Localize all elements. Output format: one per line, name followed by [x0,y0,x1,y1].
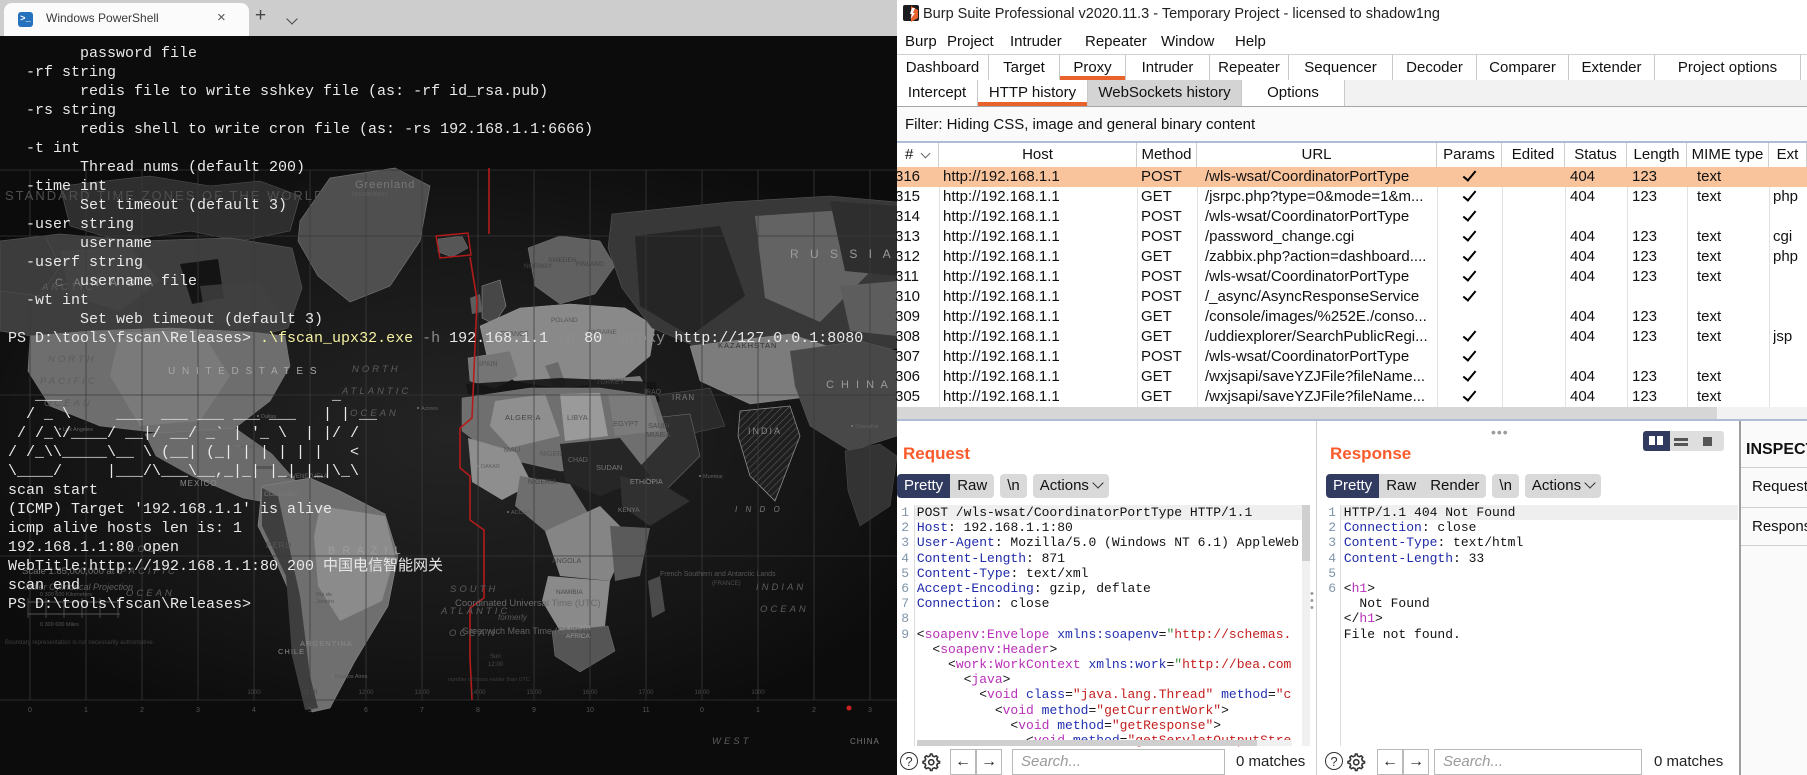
svg-text:13:00: 13:00 [414,690,430,696]
svg-text:14:00: 14:00 [470,690,486,696]
svg-text:18:00: 18:00 [694,690,710,696]
svg-text:12:00: 12:00 [358,690,374,696]
svg-text:0 300 600 Miles: 0 300 600 Miles [40,622,79,628]
svg-text:11: 11 [642,707,649,714]
svg-text:15:00: 15:00 [526,690,542,696]
svg-text:6: 6 [364,707,368,714]
svg-text:10: 10 [586,707,594,714]
svg-text:3: 3 [196,707,200,714]
svg-text:CHINA: CHINA [850,737,880,746]
svg-text:1: 1 [756,707,760,714]
svg-text:11:00: 11:00 [303,690,318,696]
svg-text:Sun: Sun [490,654,501,660]
svg-text:3: 3 [868,707,872,714]
svg-text:ARGENTINA: ARGENTINA [300,639,353,648]
svg-text:Buenos Aires: Buenos Aires [335,674,368,680]
svg-text:12:00: 12:00 [488,662,504,668]
svg-text:WEST: WEST [712,736,751,747]
svg-text:7: 7 [420,707,424,714]
svg-text:1000: 1000 [247,690,261,696]
svg-text:Greenwich Mean Time (GMT): Greenwich Mean Time (GMT) [462,626,581,636]
svg-text:number of hours earlier than U: number of hours earlier than UTC [448,677,530,683]
svg-text:Boundary representation is not: Boundary representation is not necessari… [5,640,155,646]
svg-text:17:00: 17:00 [638,690,654,696]
svg-text:4: 4 [252,707,256,714]
svg-text:2: 2 [812,707,816,714]
svg-text:16:00: 16:00 [582,690,598,696]
svg-text:9: 9 [532,707,536,714]
svg-text:0: 0 [28,707,32,714]
svg-text:2: 2 [140,707,144,714]
svg-text:CHILE: CHILE [278,647,305,656]
svg-text:5: 5 [308,707,312,714]
svg-text:1000: 1000 [751,690,765,696]
svg-text:1: 1 [84,707,88,714]
svg-text:0: 0 [700,707,704,714]
svg-text:formerly: formerly [498,613,528,622]
svg-text:8: 8 [476,707,480,714]
